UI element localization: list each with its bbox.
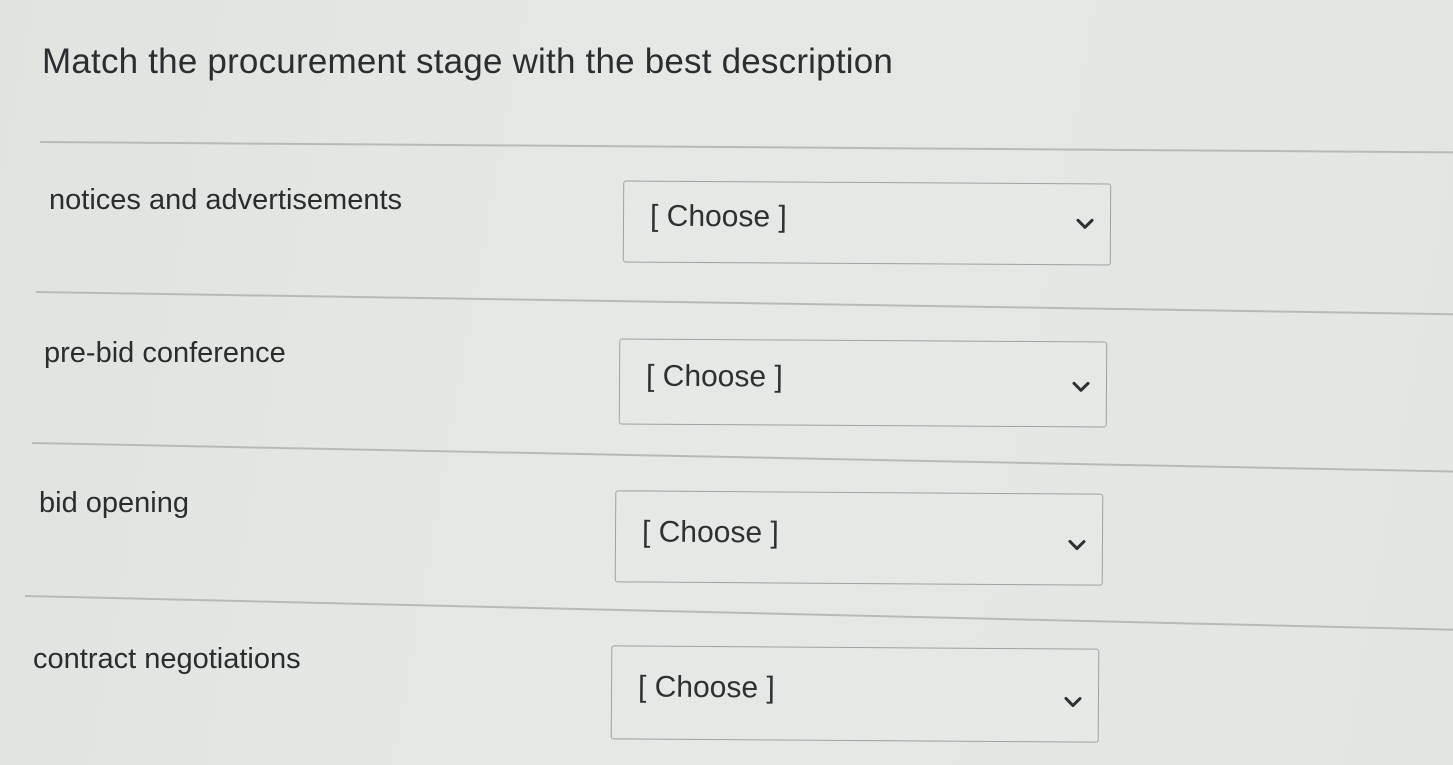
answer-select[interactable]: [ Choose ] [614, 490, 1104, 586]
match-prompt-label: pre-bid conference [44, 337, 286, 369]
match-row-contract: contract negotiations [ Choose ] [0, 605, 1453, 755]
answer-select[interactable]: [ Choose ] [618, 338, 1108, 428]
select-value: [ Choose ] [645, 359, 783, 394]
chevron-down-icon [1064, 696, 1082, 708]
answer-select[interactable]: [ Choose ] [622, 180, 1112, 266]
select-value: [ Choose ] [641, 515, 779, 550]
chevron-down-icon [1076, 218, 1094, 229]
select-value: [ Choose ] [649, 199, 787, 234]
match-row-prebid: pre-bid conference [ Choose ] [0, 300, 1453, 450]
chevron-down-icon [1072, 381, 1090, 392]
quiz-page: Match the procurement stage with the bes… [0, 0, 1453, 765]
match-row-bid-opening: bid opening [ Choose ] [0, 450, 1453, 600]
chevron-down-icon [1068, 539, 1086, 551]
match-row-notices: notices and advertisements [ Choose ] [0, 150, 1453, 300]
match-prompt-label: contract negotiations [33, 643, 301, 675]
answer-select[interactable]: [ Choose ] [610, 645, 1100, 743]
question-title: Match the procurement stage with the bes… [42, 42, 894, 81]
match-prompt-label: notices and advertisements [49, 184, 403, 216]
match-prompt-label: bid opening [39, 487, 189, 519]
select-value: [ Choose ] [637, 670, 775, 705]
